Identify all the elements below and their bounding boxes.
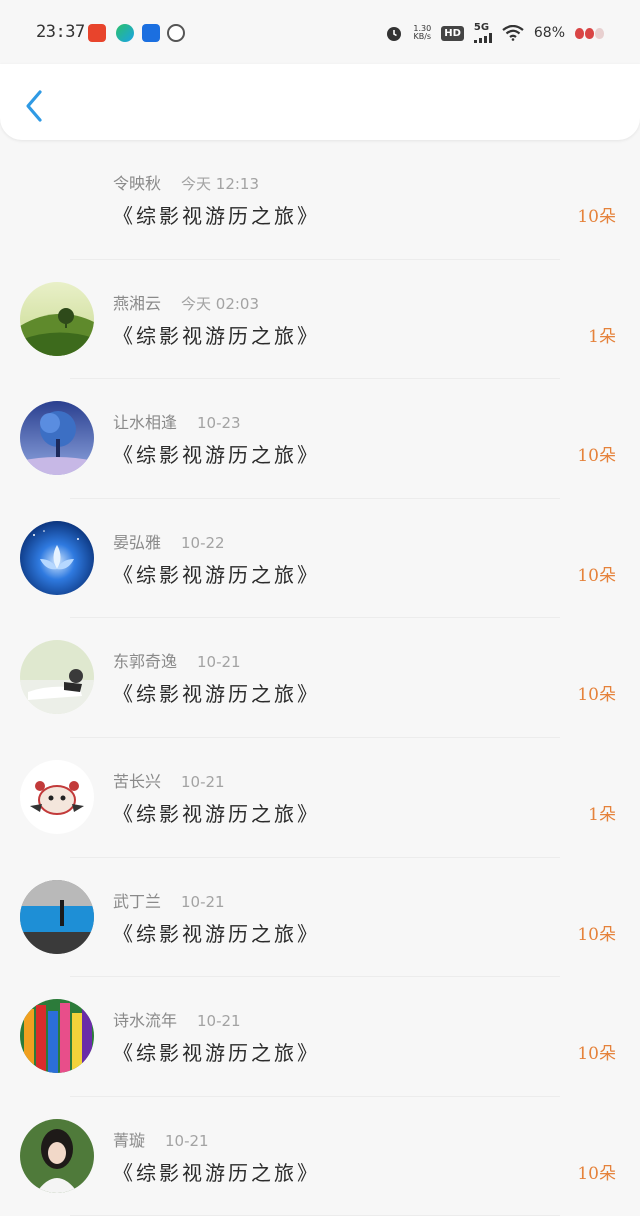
user-name: 武丁兰 <box>113 891 162 911</box>
gift-time: 今天 12:13 <box>181 175 260 193</box>
book-title: 《综影视游历之旅》 <box>113 1160 320 1185</box>
avatar[interactable] <box>20 520 94 595</box>
avatar[interactable] <box>20 401 94 476</box>
row-meta: 菁璇 10-21 <box>113 1127 209 1151</box>
user-name: 菁璇 <box>113 1130 146 1150</box>
user-name: 晏弘雅 <box>113 532 162 552</box>
list-item[interactable]: 苦长兴 10-21 《综影视游历之旅》 1朵 <box>0 738 640 858</box>
avatar[interactable] <box>20 640 94 715</box>
top-nav <box>0 64 640 140</box>
list-item[interactable]: 武丁兰 10-21 《综影视游历之旅》 10朵 <box>0 858 640 978</box>
book-title: 《综影视游历之旅》 <box>113 1041 320 1066</box>
status-time: 23:37 <box>36 22 85 42</box>
list-item[interactable]: 东郭奇逸 10-21 《综影视游历之旅》 10朵 <box>0 618 640 738</box>
user-name: 东郭奇逸 <box>113 652 178 672</box>
flower-amount: 1朵 <box>588 326 616 347</box>
battery-level: 68% <box>533 25 565 41</box>
flower-amount: 10朵 <box>577 685 616 706</box>
row-meta: 令映秋 今天 12:13 <box>113 170 259 194</box>
book-title: 《综影视游历之旅》 <box>113 443 320 468</box>
flower-amount: 1朵 <box>588 804 616 825</box>
user-name: 燕湘云 <box>113 293 162 313</box>
book-title: 《综影视游历之旅》 <box>113 562 320 587</box>
gift-list: 令映秋 今天 12:13 《综影视游历之旅》 10朵 燕湘云 今天 02:03 《综… <box>0 140 640 1216</box>
flower-amount: 10朵 <box>577 565 616 586</box>
flower-amount: 10朵 <box>577 1044 616 1065</box>
avatar[interactable] <box>20 281 94 356</box>
row-meta: 苦长兴 10-21 <box>113 768 225 792</box>
sync-app-icon <box>167 24 185 42</box>
avatar[interactable] <box>20 999 94 1074</box>
status-bar: 23:37 1.30 KB/s HD 5G 68% <box>0 0 640 64</box>
row-meta: 让水相逢 10-23 <box>113 409 241 433</box>
status-right: 1.30 KB/s HD 5G 68% <box>385 22 604 44</box>
list-item[interactable]: 晏弘雅 10-22 《综影视游历之旅》 10朵 <box>0 499 640 619</box>
gift-time: 10-21 <box>181 892 225 911</box>
avatar[interactable] <box>20 759 94 834</box>
cell-signal: 5G <box>473 22 492 43</box>
gift-time: 10-21 <box>181 772 225 791</box>
user-name: 令映秋 <box>113 174 162 193</box>
hd-badge: HD <box>441 25 464 41</box>
gift-time: 10-21 <box>197 1012 241 1031</box>
gift-time: 10-21 <box>197 653 241 672</box>
user-name: 苦长兴 <box>113 771 162 791</box>
row-meta: 晏弘雅 10-22 <box>113 529 225 553</box>
avatar[interactable] <box>20 1118 94 1193</box>
list-item[interactable]: 诗水流年 10-21 《综影视游历之旅》 10朵 <box>0 977 640 1097</box>
user-name: 让水相逢 <box>113 413 178 433</box>
network-type: 5G <box>473 22 490 33</box>
chevron-left-icon <box>26 90 42 122</box>
gift-time: 10-21 <box>165 1131 209 1150</box>
translate-app-icon <box>142 24 160 42</box>
list-item[interactable]: 让水相逢 10-23 《综影视游历之旅》 10朵 <box>0 379 640 499</box>
flower-amount: 10朵 <box>577 207 616 227</box>
back-button[interactable] <box>20 86 52 126</box>
list-item[interactable]: 燕湘云 今天 02:03 《综影视游历之旅》 1朵 <box>0 260 640 380</box>
row-meta: 燕湘云 今天 02:03 <box>113 290 259 314</box>
taobao-app-icon <box>88 24 106 42</box>
wifi-icon <box>502 25 524 41</box>
row-meta: 东郭奇逸 10-21 <box>113 648 241 672</box>
strawberry-battery-icon <box>575 27 604 39</box>
gift-time: 10-23 <box>197 414 241 433</box>
user-name: 诗水流年 <box>113 1011 178 1031</box>
flower-amount: 10朵 <box>577 446 616 467</box>
signal-bars-icon <box>473 33 492 43</box>
book-title: 《综影视游历之旅》 <box>113 682 320 707</box>
book-title: 《综影视游历之旅》 <box>113 921 320 946</box>
alarm-icon <box>387 27 402 41</box>
flower-amount: 10朵 <box>577 1163 616 1184</box>
book-title: 《综影视游历之旅》 <box>113 204 320 228</box>
list-item[interactable]: 令映秋 今天 12:13 《综影视游历之旅》 10朵 <box>0 140 640 260</box>
book-title: 《综影视游历之旅》 <box>113 801 320 826</box>
video-app-icon <box>116 24 134 42</box>
gift-time: 今天 02:03 <box>181 294 260 313</box>
list-item[interactable]: 菁璇 10-21 《综影视游历之旅》 10朵 <box>0 1097 640 1216</box>
gift-time: 10-22 <box>181 533 225 552</box>
row-meta: 武丁兰 10-21 <box>113 888 225 912</box>
book-title: 《综影视游历之旅》 <box>113 323 320 348</box>
row-meta: 诗水流年 10-21 <box>113 1007 241 1031</box>
flower-amount: 10朵 <box>577 924 616 945</box>
avatar[interactable] <box>20 879 94 954</box>
net-speed-unit: KB/s <box>413 32 432 41</box>
net-speed: 1.30 KB/s <box>413 25 431 41</box>
